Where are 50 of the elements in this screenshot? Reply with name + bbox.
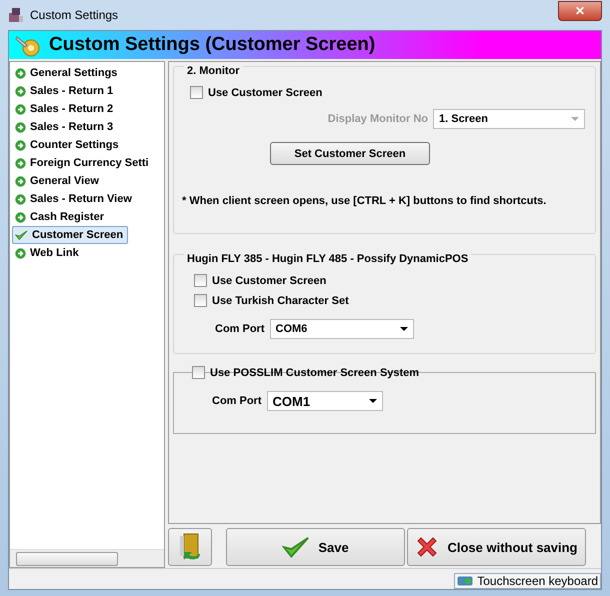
group-title: Hugin FLY 385 - Hugin FLY 485 - Possify DynamicPOS — [184, 253, 472, 265]
checkbox-label: Use Turkish Character Set — [212, 294, 349, 306]
sidebar-item[interactable]: Sales - Return 3 — [12, 118, 162, 136]
checkbox-label: Use POSSLIM Customer Screen System — [210, 366, 420, 378]
arrow-circle-icon — [15, 194, 26, 204]
close-without-saving-button[interactable]: Close without saving — [407, 528, 586, 566]
com-port-dropdown[interactable]: COM1 — [266, 391, 382, 411]
checkbox-label: Use Customer Screen — [212, 274, 326, 286]
sidebar-item[interactable]: Customer Screen — [12, 226, 128, 244]
field-label: Com Port — [215, 323, 264, 335]
app-icon — [8, 7, 24, 23]
sidebar-item[interactable]: General Settings — [12, 64, 162, 82]
sidebar-item[interactable]: General View — [12, 172, 162, 190]
arrow-circle-icon — [15, 248, 26, 258]
horizontal-scrollbar[interactable] — [10, 549, 164, 567]
sidebar-item[interactable]: Web Link — [12, 244, 162, 262]
header-title: Custom Settings (Customer Screen) — [49, 34, 376, 56]
checkbox[interactable] — [194, 294, 207, 307]
group-title: 2. Monitor — [184, 65, 243, 77]
checkbox[interactable] — [192, 366, 205, 379]
window-title: Custom Settings — [30, 8, 120, 22]
checkbox-label: Use Customer Screen — [208, 86, 322, 98]
arrow-circle-icon — [15, 212, 26, 222]
arrow-circle-icon — [15, 104, 26, 114]
checkbox[interactable] — [190, 86, 203, 99]
field-label: Display Monitor No — [328, 113, 428, 125]
checkbox[interactable] — [194, 274, 207, 287]
set-customer-screen-button[interactable]: Set Customer Screen — [270, 142, 430, 165]
arrow-circle-icon — [15, 68, 26, 78]
arrow-circle-icon — [15, 140, 26, 150]
sidebar-item[interactable]: Sales - Return 2 — [12, 100, 162, 118]
sidebar-item[interactable]: Cash Register — [12, 208, 162, 226]
sidebar-item[interactable]: Foreign Currency Setti — [12, 154, 162, 172]
sidebar-item[interactable]: Counter Settings — [12, 136, 162, 154]
arrow-circle-icon — [15, 122, 26, 132]
exit-button[interactable] — [168, 528, 212, 566]
keyboard-icon — [457, 576, 474, 586]
save-button[interactable]: Save — [226, 528, 405, 566]
touchscreen-keyboard-button[interactable]: Touchscreen keyboard — [454, 573, 601, 589]
arrow-circle-icon — [15, 176, 26, 186]
field-label: Com Port — [212, 395, 262, 407]
check-icon — [282, 536, 310, 558]
shortcut-note: * When client screen opens, use [CTRL + K] buttons to find shortcuts. — [182, 195, 546, 207]
arrow-circle-icon — [15, 158, 26, 168]
cross-icon — [415, 535, 440, 559]
com-port-dropdown[interactable]: COM6 — [270, 319, 414, 339]
sidebar-item[interactable]: Sales - Return View — [12, 190, 162, 208]
check-icon — [15, 230, 28, 240]
arrow-circle-icon — [15, 86, 26, 96]
sidebar-item[interactable]: Sales - Return 1 — [12, 82, 162, 100]
